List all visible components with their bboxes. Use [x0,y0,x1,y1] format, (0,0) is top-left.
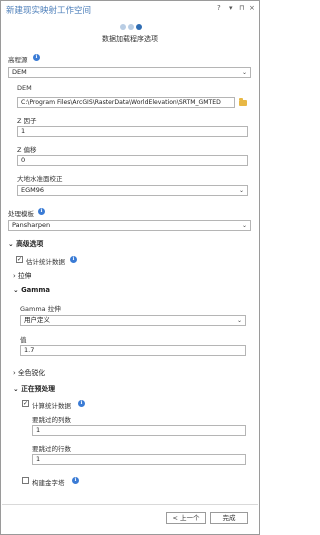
gamma-value-label: 值 [20,336,27,344]
finish-button[interactable]: 完成 [210,512,248,524]
z-offset-label: Z 偏移 [17,146,37,154]
estimate-stats-label: 估计统计数据 [26,258,65,266]
z-offset-input[interactable]: 0 [17,155,248,166]
data-source-value: DEM [12,68,27,76]
gamma-stretch-value: 用户定义 [24,316,50,324]
skip-cols-label: 要跳过的列数 [32,416,71,424]
geoid-label: 大地水准面校正 [17,175,63,183]
folder-icon[interactable] [239,98,247,106]
previous-button[interactable]: < 上一个 [166,512,206,524]
advanced-section-label: 高级选项 [16,240,44,248]
gamma-stretch-select[interactable]: 用户定义 ⌄ [20,315,246,326]
chevron-right-icon: › [13,369,16,377]
step-title: 数据加载程序选项 [102,35,158,43]
gamma-stretch-label: Gamma 拉伸 [20,305,61,313]
info-icon[interactable]: i [78,400,85,407]
preprocessing-section-header[interactable]: ⌄ 正在预处理 [13,383,55,393]
chevron-down-icon: ⌄ [238,187,244,194]
chevron-down-icon: ⌄ [13,385,19,393]
info-icon[interactable]: i [72,477,79,484]
z-factor-label: Z 因子 [17,117,37,125]
help-icon[interactable]: ? [217,4,221,12]
calc-stats-checkbox[interactable]: ✓ [22,400,29,407]
window: 新建现实映射工作空间 ? ▾ ⊓ × 数据加载程序选项 高程源 i DEM ⌄ … [0,0,260,535]
stretch-section-header[interactable]: › 拉伸 [13,270,31,280]
gamma-section-label: Gamma [21,286,50,294]
skip-cols-input[interactable]: 1 [32,425,246,436]
advanced-section-header[interactable]: ⌄ 高级选项 [8,238,43,248]
step-dot-1 [120,24,126,30]
pin-icon[interactable]: ⊓ [239,4,244,12]
estimate-stats-checkbox[interactable]: ✓ [16,256,23,263]
pan-sharpen-section-header[interactable]: › 全色锐化 [13,367,45,377]
processing-template-label: 处理模板 [8,210,34,218]
calc-stats-label: 计算统计数据 [32,402,71,410]
step-dot-3 [136,24,142,30]
processing-template-select[interactable]: Pansharpen ⌄ [8,220,251,231]
processing-template-value: Pansharpen [12,221,51,229]
info-icon[interactable]: i [33,54,40,61]
dem-label: DEM [17,84,32,92]
chevron-down-icon: ⌄ [13,286,19,294]
stretch-section-label: 拉伸 [17,272,32,280]
menu-icon[interactable]: ▾ [229,4,233,12]
step-dot-2 [128,24,134,30]
chevron-down-icon: ⌄ [236,317,242,324]
title-bar: 新建现实映射工作空间 ? ▾ ⊓ × [1,1,259,17]
preprocessing-section-label: 正在预处理 [21,385,56,393]
data-source-select[interactable]: DEM ⌄ [8,67,251,78]
window-title: 新建现实映射工作空间 [6,6,92,16]
z-factor-input[interactable]: 1 [17,126,248,137]
gamma-value-input[interactable]: 1.7 [20,345,246,356]
skip-rows-input[interactable]: 1 [32,454,246,465]
skip-rows-label: 要跳过的行数 [32,445,71,453]
chevron-down-icon: ⌄ [241,69,247,76]
close-icon[interactable]: × [249,4,255,12]
pan-sharpen-section-label: 全色锐化 [17,369,46,377]
info-icon[interactable]: i [70,256,77,263]
data-source-label: 高程源 [8,56,28,64]
chevron-right-icon: › [13,272,16,280]
build-pyramids-label: 构建金字塔 [32,479,65,487]
footer-divider [2,504,258,505]
geoid-select[interactable]: EGM96 ⌄ [17,185,248,196]
info-icon[interactable]: i [38,208,45,215]
build-pyramids-checkbox[interactable] [22,477,29,484]
geoid-value: EGM96 [21,186,45,194]
chevron-down-icon: ⌄ [8,240,14,248]
chevron-down-icon: ⌄ [241,222,247,229]
gamma-section-header[interactable]: ⌄ Gamma [13,286,50,294]
dem-path-input[interactable]: C:\Program Files\ArcGIS\RasterData\World… [17,97,235,108]
